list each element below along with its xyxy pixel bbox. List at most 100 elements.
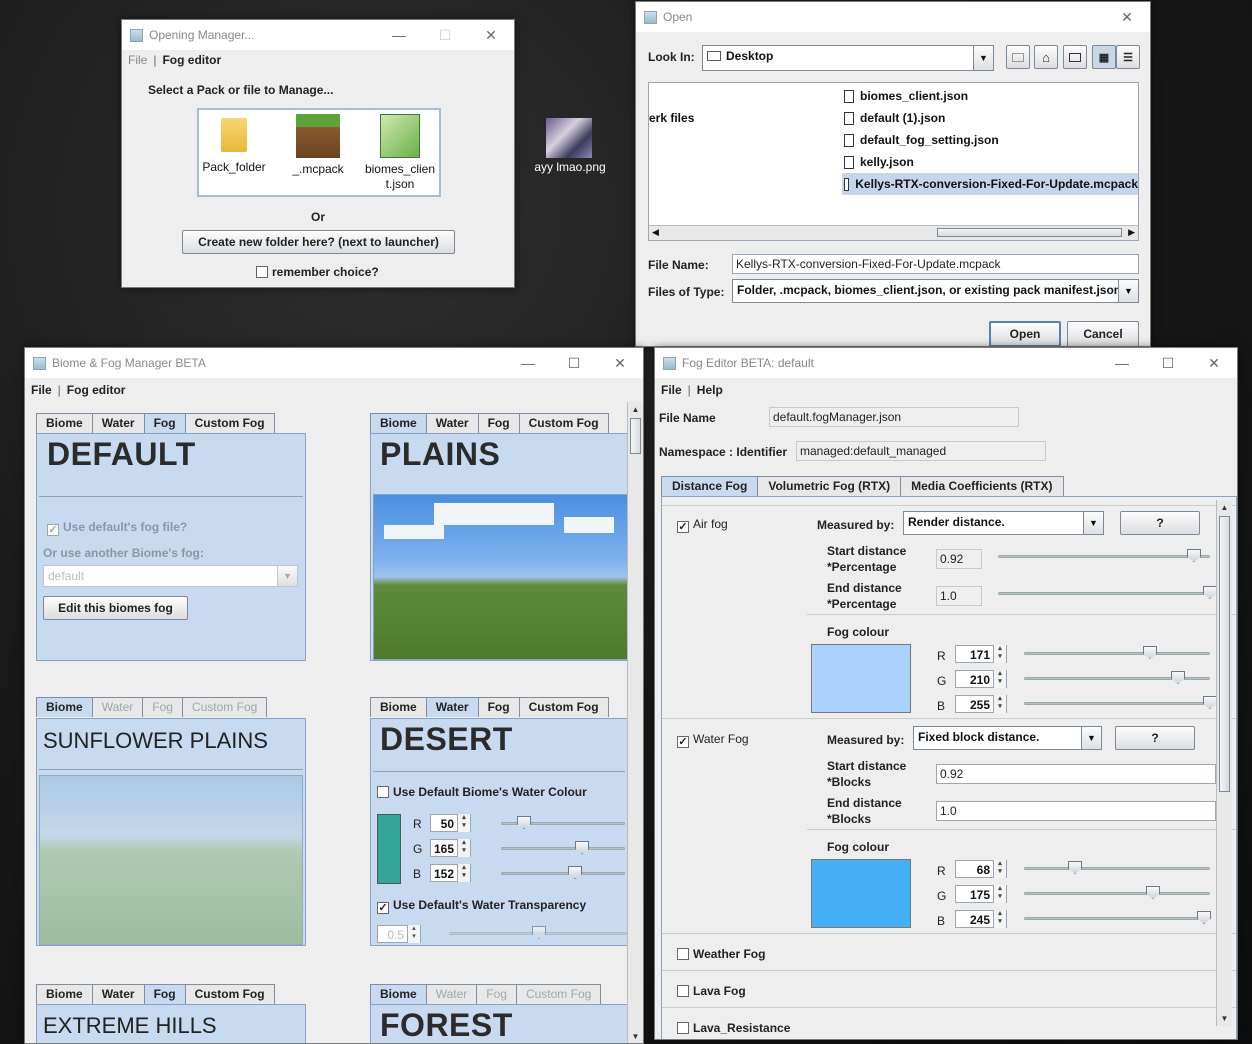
tab-water[interactable]: Water	[425, 413, 479, 433]
water-end-input[interactable]: 1.0	[936, 801, 1216, 821]
air-red-slider-thumb[interactable]	[1143, 646, 1157, 659]
water-blue-spinner[interactable]: 245	[955, 910, 1007, 928]
water-measured-by-combo[interactable]: Fixed block distance. ▼	[913, 726, 1102, 750]
chevron-down-icon[interactable]: ▼	[277, 566, 297, 586]
namespace-input[interactable]: managed:default_managed	[796, 441, 1046, 461]
tab-fog[interactable]: Fog	[142, 697, 183, 717]
vertical-scrollbar[interactable]: ▲ ▼	[627, 402, 643, 1043]
lava-fog-checkbox[interactable]: Lava Fog	[677, 984, 746, 998]
air-start-input[interactable]: 0.92	[936, 549, 982, 569]
desktop-icon-image[interactable]	[546, 118, 592, 158]
remember-choice-checkbox[interactable]: remember choice?	[256, 265, 379, 279]
left-column-item[interactable]: erk files	[649, 111, 694, 125]
open-button[interactable]: Open	[989, 321, 1061, 346]
air-help-button[interactable]: ?	[1120, 511, 1200, 535]
menu-file[interactable]: File	[31, 383, 52, 397]
use-default-transparency-checkbox[interactable]: ✓ Use Default's Water Transparency	[377, 898, 586, 914]
tab-custom-fog[interactable]: Custom Fog	[518, 413, 609, 433]
file-name-input[interactable]: Kellys-RTX-conversion-Fixed-For-Update.m…	[732, 254, 1139, 274]
menu-fog-editor[interactable]: Fog editor	[162, 53, 221, 67]
water-blue-slider-track[interactable]	[1024, 917, 1210, 920]
file-item-mcpack[interactable]: _.mcpack	[283, 114, 353, 176]
water-start-input[interactable]: 0.92	[936, 764, 1216, 784]
menu-help[interactable]: Help	[697, 383, 723, 397]
tab-water[interactable]: Water	[91, 413, 145, 433]
chevron-down-icon[interactable]: ▼	[973, 46, 993, 70]
horizontal-scrollbar[interactable]: ◀ ▶	[649, 225, 1138, 240]
close-icon[interactable]: ✕	[1191, 348, 1237, 378]
scroll-up-icon[interactable]: ▲	[1217, 500, 1232, 515]
file-item-biomes-client[interactable]: biomes_client.json	[363, 114, 437, 192]
tab-biome[interactable]: Biome	[370, 984, 427, 1004]
file-list-item[interactable]: default (1).json	[842, 107, 1138, 129]
checkbox-icon[interactable]	[677, 985, 689, 997]
tab-water[interactable]: Water	[91, 697, 144, 717]
use-default-water-colour-checkbox[interactable]: Use Default Biome's Water Colour	[377, 785, 587, 799]
air-start-slider-track[interactable]	[998, 555, 1210, 558]
scroll-thumb[interactable]	[937, 228, 1122, 237]
green-slider-thumb[interactable]	[575, 841, 589, 854]
tab-biome[interactable]: Biome	[36, 697, 93, 717]
files-of-type-combo[interactable]: Folder, .mcpack, biomes_client.json, or …	[732, 279, 1139, 303]
new-folder-button[interactable]	[1063, 45, 1087, 69]
air-green-slider-thumb[interactable]	[1171, 671, 1185, 684]
transparency-spinner[interactable]: 0.5	[377, 925, 421, 943]
water-green-spinner[interactable]: 175	[955, 885, 1007, 903]
chevron-down-icon[interactable]: ▼	[1118, 280, 1138, 302]
air-end-slider-thumb[interactable]	[1203, 586, 1217, 599]
menu-fog-editor[interactable]: Fog editor	[67, 383, 126, 397]
air-fog-checkbox[interactable]: ✓ Air fog	[677, 517, 728, 533]
tab-fog[interactable]: Fog	[143, 984, 186, 1004]
tab-custom-fog[interactable]: Custom Fog	[515, 984, 602, 1004]
file-name-input[interactable]: default.fogManager.json	[769, 407, 1019, 427]
chevron-down-icon[interactable]: ▼	[1083, 512, 1103, 534]
scroll-down-icon[interactable]: ▼	[628, 1029, 643, 1043]
tab-fog[interactable]: Fog	[143, 413, 186, 433]
details-view-button[interactable]: ☰	[1116, 45, 1140, 69]
maximize-icon[interactable]: ☐	[422, 20, 468, 50]
maximize-icon[interactable]: ☐	[551, 348, 597, 378]
minimize-icon[interactable]: —	[505, 348, 551, 378]
scroll-left-icon[interactable]: ◀	[652, 227, 659, 238]
tab-water[interactable]: Water	[425, 697, 479, 717]
air-red-slider-track[interactable]	[1024, 652, 1210, 655]
blue-slider-track[interactable]	[501, 872, 625, 875]
tab-volumetric-fog[interactable]: Volumetric Fog (RTX)	[757, 476, 902, 496]
blue-spinner[interactable]: 152	[430, 864, 471, 882]
list-view-button[interactable]: ▦	[1092, 45, 1116, 69]
water-green-slider-thumb[interactable]	[1146, 886, 1160, 899]
file-list[interactable]: erk files biomes_client.json default (1).…	[648, 82, 1139, 241]
air-green-spinner[interactable]: 210	[955, 670, 1007, 688]
use-default-fog-checkbox[interactable]: ✓ Use default's fog file?	[47, 520, 187, 536]
checkbox-icon[interactable]	[377, 786, 389, 798]
tab-distance-fog[interactable]: Distance Fog	[661, 476, 759, 496]
water-red-slider-thumb[interactable]	[1068, 861, 1082, 874]
water-blue-slider-thumb[interactable]	[1197, 911, 1211, 924]
tab-media-coefficients[interactable]: Media Coefficients (RTX)	[900, 476, 1064, 496]
checkbox-icon[interactable]	[256, 266, 268, 278]
chevron-down-icon[interactable]: ▼	[1081, 727, 1101, 749]
tab-biome[interactable]: Biome	[370, 697, 427, 717]
home-button[interactable]: ⌂	[1034, 45, 1058, 69]
cancel-button[interactable]: Cancel	[1067, 321, 1139, 346]
scroll-right-icon[interactable]: ▶	[1128, 227, 1135, 238]
tab-fog[interactable]: Fog	[476, 984, 517, 1004]
up-folder-button[interactable]	[1006, 45, 1030, 69]
air-start-slider-thumb[interactable]	[1187, 549, 1201, 562]
minimize-icon[interactable]: —	[376, 20, 422, 50]
file-list-item[interactable]: default_fog_setting.json	[842, 129, 1138, 151]
water-red-spinner[interactable]: 68	[955, 860, 1007, 878]
tab-custom-fog[interactable]: Custom Fog	[518, 697, 609, 717]
scroll-up-icon[interactable]: ▲	[628, 402, 643, 417]
air-blue-slider-thumb[interactable]	[1203, 696, 1217, 709]
close-icon[interactable]: ✕	[1104, 2, 1150, 32]
tab-fog[interactable]: Fog	[477, 697, 520, 717]
other-biome-combo[interactable]: default ▼	[43, 565, 298, 587]
air-blue-spinner[interactable]: 255	[955, 695, 1007, 713]
air-end-input[interactable]: 1.0	[936, 586, 982, 606]
water-red-slider-track[interactable]	[1024, 867, 1210, 870]
create-folder-button[interactable]: Create new folder here? (next to launche…	[182, 230, 455, 254]
green-slider-track[interactable]	[501, 847, 625, 850]
tab-fog[interactable]: Fog	[477, 413, 520, 433]
close-icon[interactable]: ✕	[597, 348, 643, 378]
